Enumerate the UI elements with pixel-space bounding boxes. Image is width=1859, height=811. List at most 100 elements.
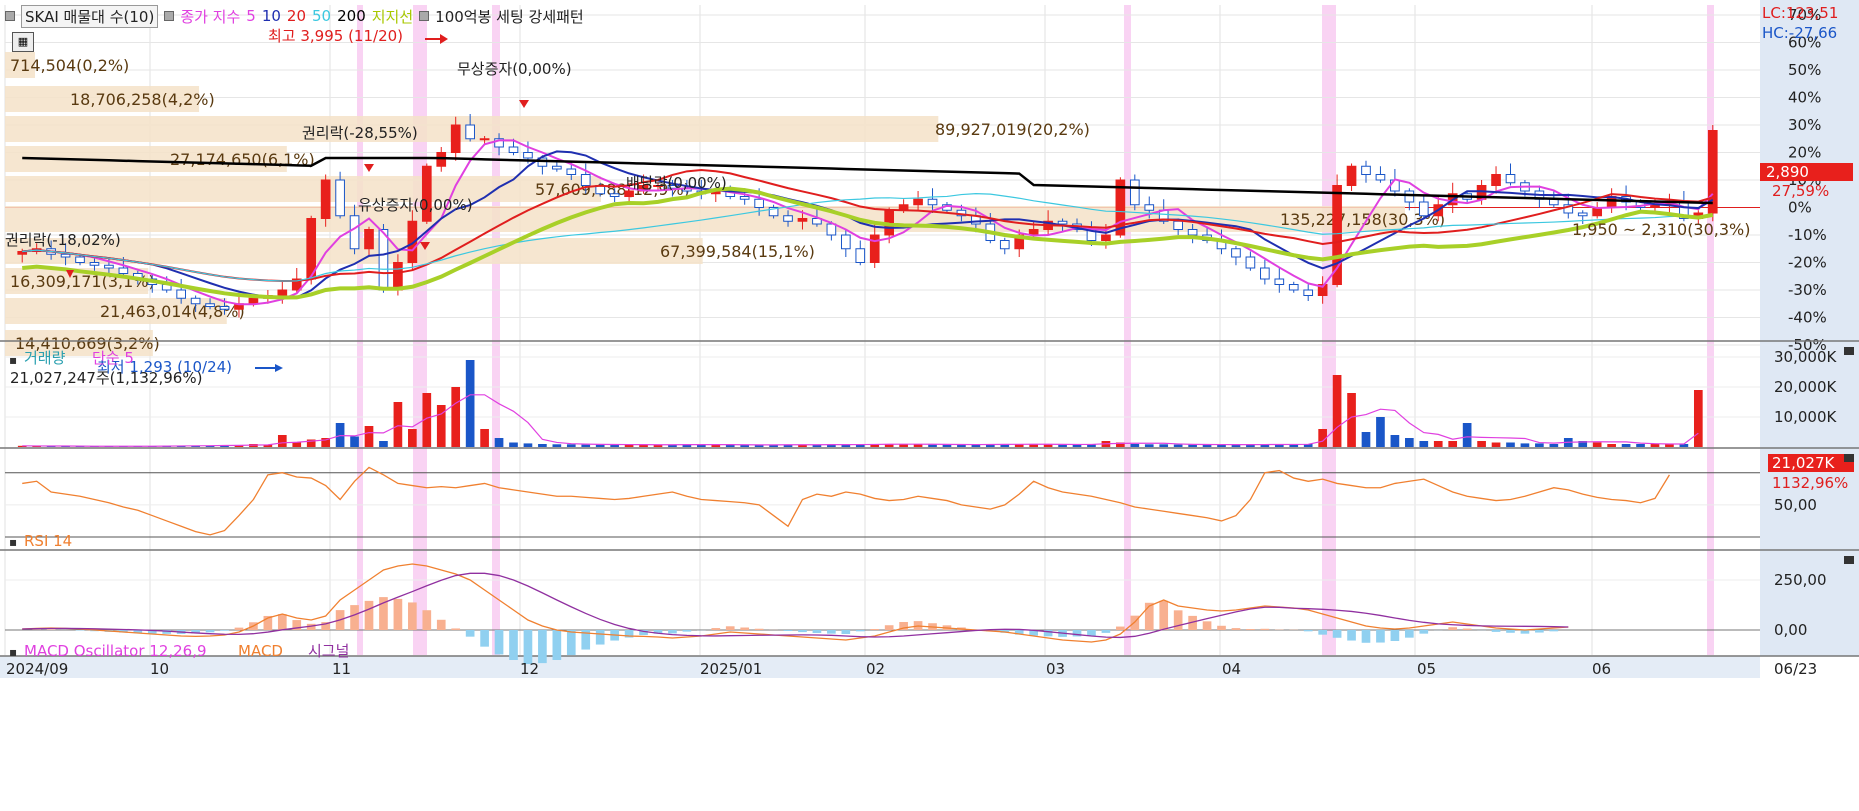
- candle-body: [278, 290, 287, 296]
- volume-bar: [928, 445, 937, 447]
- volume-profile-label: 714,504(0,2%): [10, 56, 129, 75]
- volume-bar: [1130, 444, 1139, 447]
- candle-body: [1304, 290, 1313, 296]
- volume-title: 거래량: [24, 349, 66, 367]
- volume-tick-label: 30,000K: [1774, 348, 1837, 366]
- macd-osc-bar: [1391, 630, 1400, 641]
- macd-osc-bar: [206, 630, 215, 632]
- price-tick-label: -30%: [1788, 281, 1827, 299]
- candle-body: [1174, 221, 1183, 229]
- panel-close-icon[interactable]: [1844, 454, 1854, 462]
- volume-bar: [466, 360, 475, 447]
- hc-label: HC:-27,66: [1762, 24, 1837, 42]
- macd-osc-bar: [784, 630, 793, 631]
- price-tick-label: -20%: [1788, 254, 1827, 272]
- macd-osc-bar: [1261, 629, 1270, 630]
- high-annotation: 최고 3,995 (11/20): [268, 27, 403, 45]
- macd-osc-bar: [1318, 630, 1327, 635]
- macd-osc-bar: [1492, 630, 1501, 632]
- volume-bar: [408, 429, 417, 447]
- candle-body: [553, 166, 562, 169]
- candle-body: [365, 230, 374, 249]
- indicator-button[interactable]: SKAI 매물대 수(10): [21, 5, 158, 28]
- macd-osc-bar: [220, 630, 229, 631]
- macd-osc-bar: [509, 630, 518, 660]
- rights-annotation-2: 권리락(-28,55%): [302, 124, 418, 142]
- x-axis-label: 06/23: [1774, 660, 1817, 678]
- volume-bar: [495, 438, 504, 447]
- setting-label: 100억봉 세팅 강세패턴: [435, 6, 584, 27]
- macd-osc-bar: [1159, 601, 1168, 630]
- x-axis-label: 12: [520, 660, 539, 678]
- macd-osc-bar: [567, 630, 576, 655]
- volume-current-label: 21,027K: [1772, 454, 1835, 472]
- calendar-icon[interactable]: ▦: [12, 32, 34, 52]
- candle-body: [567, 169, 576, 175]
- macd-label: MACD: [238, 642, 283, 660]
- candle-body: [1362, 166, 1371, 174]
- dividend-annotation: 배당락(0,00%): [626, 174, 727, 192]
- price-tick-label: 40%: [1788, 89, 1821, 107]
- candle-body: [206, 304, 215, 307]
- volume-bar: [1506, 443, 1515, 448]
- volume-bar: [350, 437, 359, 448]
- macd-osc-bar: [1304, 630, 1313, 631]
- macd-osc-bar: [1535, 630, 1544, 633]
- macd-tick-label: 250,00: [1774, 571, 1827, 589]
- volume-profile-label: 67,399,584(15,1%): [660, 242, 815, 261]
- candle-body: [827, 224, 836, 235]
- volume-bar: [1405, 438, 1414, 447]
- volume-bar: [1636, 444, 1645, 447]
- macd-osc-bar: [740, 628, 749, 630]
- volume-bar: [1535, 443, 1544, 447]
- volume-bar: [1044, 445, 1053, 447]
- ma-toggle-icon[interactable]: [164, 11, 174, 21]
- setting-toggle-icon[interactable]: [419, 11, 429, 21]
- macd-osc-bar: [798, 630, 807, 632]
- macd-osc-bar: [726, 626, 735, 630]
- x-axis-label: 2024/09: [6, 660, 68, 678]
- panel-close-icon[interactable]: [1844, 556, 1854, 564]
- macd-osc-bar: [350, 605, 359, 630]
- paid-increase-annotation: 유상증자(0,00%): [358, 196, 473, 214]
- candle-body: [928, 199, 937, 205]
- candle-body: [1391, 180, 1400, 191]
- candle-body: [466, 125, 475, 139]
- macd-osc-bar: [668, 630, 677, 633]
- panel-close-icon[interactable]: [1844, 347, 1854, 355]
- candle-body: [784, 216, 793, 222]
- volume-bar: [524, 443, 533, 447]
- volume-bar: [365, 426, 374, 447]
- macd-osc-bar: [495, 630, 504, 654]
- candle-body: [798, 219, 807, 222]
- macd-osc-bar: [755, 629, 764, 630]
- x-axis-label: 10: [150, 660, 169, 678]
- chart-canvas[interactable]: 70%60%50%40%30%20%10%0%-10%-20%-30%-40%-…: [0, 0, 1859, 807]
- volume-bar: [1521, 443, 1530, 447]
- macd-osc-bar: [711, 628, 720, 630]
- candle-body: [1578, 213, 1587, 216]
- volume-bar: [1376, 417, 1385, 447]
- macd-osc-bar: [870, 629, 879, 630]
- candle-body: [1058, 221, 1067, 224]
- volume-bar: [1593, 443, 1602, 448]
- candle-body: [1419, 202, 1428, 216]
- indicator-toggle-icon[interactable]: [5, 11, 15, 21]
- volume-bar: [1159, 444, 1168, 447]
- volume-bar: [1419, 441, 1428, 447]
- rsi-title: RSI 14: [24, 532, 72, 550]
- macd-toggle-icon: ▪: [9, 645, 17, 659]
- candle-body: [1188, 230, 1197, 236]
- macd-osc-bar: [1550, 630, 1559, 631]
- candle-body: [1275, 279, 1284, 285]
- volume-bar: [1145, 444, 1154, 447]
- macd-osc-bar: [235, 628, 244, 630]
- macd-tick-label: 0,00: [1774, 621, 1807, 639]
- candle-body: [61, 254, 70, 257]
- price-tick-label: 30%: [1788, 116, 1821, 134]
- volume-tick-label: 10,000K: [1774, 408, 1837, 426]
- macd-osc-bar: [278, 614, 287, 630]
- candle-body: [249, 298, 258, 304]
- candle-body: [1333, 186, 1342, 285]
- volume-bar: [1550, 444, 1559, 447]
